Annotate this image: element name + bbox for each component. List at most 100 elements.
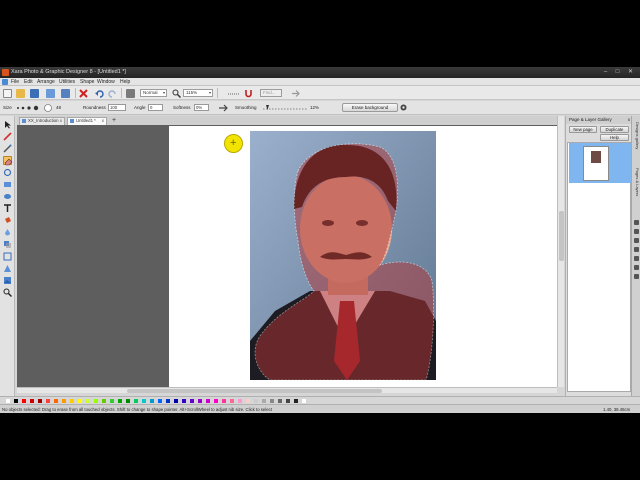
color-swatch[interactable]	[158, 399, 162, 403]
color-swatch[interactable]	[86, 399, 90, 403]
color-swatch[interactable]	[14, 399, 18, 403]
color-swatch[interactable]	[190, 399, 194, 403]
maximize-button[interactable]: □	[612, 68, 623, 76]
zoom-steps-icon[interactable]	[228, 89, 240, 98]
softness-field[interactable]: 0%	[194, 104, 209, 111]
close-tab-icon[interactable]: x	[102, 118, 104, 124]
menu-arrange[interactable]: Arrange	[37, 79, 55, 85]
color-swatch[interactable]	[54, 399, 58, 403]
color-swatch[interactable]	[46, 399, 50, 403]
color-swatch[interactable]	[134, 399, 138, 403]
shape-tool-icon[interactable]	[3, 168, 12, 177]
zoom-icon[interactable]	[172, 89, 181, 98]
gallery-icon[interactable]	[634, 265, 639, 270]
add-tab-button[interactable]: +	[110, 117, 118, 125]
delete-icon[interactable]	[79, 89, 88, 98]
help-button[interactable]: Help	[600, 134, 629, 141]
duplicate-button[interactable]: Duplicate	[600, 126, 629, 133]
transform-icon[interactable]	[126, 89, 135, 98]
zoom-tool-icon[interactable]	[3, 288, 12, 297]
roundness-field[interactable]: 100	[108, 104, 126, 111]
bevel-tool-icon[interactable]	[3, 264, 12, 273]
magnet-icon[interactable]	[244, 89, 253, 98]
gallery-icon[interactable]	[634, 229, 639, 234]
smoothing-slider[interactable]	[263, 104, 307, 112]
find-field[interactable]: Find...	[260, 89, 282, 97]
rectangle-tool-icon[interactable]	[3, 180, 12, 189]
export-icon[interactable]	[61, 89, 70, 98]
arrow-right-icon[interactable]	[219, 104, 229, 112]
save-icon[interactable]	[30, 89, 39, 98]
menu-help[interactable]: Help	[120, 79, 130, 85]
help-icon[interactable]	[400, 104, 407, 111]
pen-tool-icon[interactable]	[3, 144, 12, 153]
undo-icon[interactable]	[95, 89, 104, 98]
document-menu-icon[interactable]	[2, 79, 8, 85]
color-swatch[interactable]	[302, 399, 306, 403]
horizontal-scrollbar[interactable]	[17, 387, 557, 393]
color-swatch[interactable]	[238, 399, 242, 403]
brush-tool-icon[interactable]	[3, 132, 12, 141]
color-swatch[interactable]	[70, 399, 74, 403]
color-swatch[interactable]	[118, 399, 122, 403]
color-swatch[interactable]	[62, 399, 66, 403]
scroll-thumb[interactable]	[559, 211, 564, 261]
color-swatch[interactable]	[270, 399, 274, 403]
photo-tool-icon[interactable]	[3, 276, 12, 285]
close-tab-icon[interactable]: x	[60, 118, 62, 124]
transparency-tool-icon[interactable]	[3, 228, 12, 237]
quality-dropdown[interactable]: Normal ▾	[140, 89, 167, 97]
scroll-thumb[interactable]	[127, 389, 382, 393]
color-swatch[interactable]	[94, 399, 98, 403]
tab-pages-layers[interactable]: Pages & Layers	[633, 168, 640, 196]
arrow-right-icon[interactable]	[291, 89, 300, 98]
angle-field[interactable]: 0	[148, 104, 163, 111]
new-page-button[interactable]: New page	[569, 126, 597, 133]
contour-tool-icon[interactable]	[3, 252, 12, 261]
eraser-tool-icon[interactable]	[3, 156, 13, 166]
menu-utilities[interactable]: Utilities	[59, 79, 75, 85]
minimize-button[interactable]: –	[600, 68, 611, 76]
list-item[interactable]	[569, 143, 631, 183]
color-swatch[interactable]	[198, 399, 202, 403]
new-document-icon[interactable]	[3, 89, 12, 98]
menu-file[interactable]: File	[11, 79, 19, 85]
color-swatch[interactable]	[150, 399, 154, 403]
fill-tool-icon[interactable]	[3, 216, 12, 225]
color-swatch[interactable]	[102, 399, 106, 403]
color-swatch[interactable]	[206, 399, 210, 403]
tab-untitled1[interactable]: Untitled1 * x	[67, 117, 107, 125]
menu-shape[interactable]: Shape	[80, 79, 94, 85]
zoom-dropdown[interactable]: 115% ▾	[183, 89, 213, 97]
color-swatch[interactable]	[38, 399, 42, 403]
selector-tool-icon[interactable]	[3, 120, 12, 129]
color-swatch[interactable]	[142, 399, 146, 403]
color-swatch[interactable]	[254, 399, 258, 403]
gallery-icon[interactable]	[634, 247, 639, 252]
page-thumbnail[interactable]	[583, 146, 609, 181]
ellipse-tool-icon[interactable]	[3, 192, 12, 201]
color-swatch[interactable]	[30, 399, 34, 403]
color-swatch[interactable]	[174, 399, 178, 403]
color-swatch[interactable]	[278, 399, 282, 403]
vertical-scrollbar[interactable]	[557, 116, 564, 387]
menu-window[interactable]: Window	[97, 79, 115, 85]
color-swatch[interactable]	[182, 399, 186, 403]
color-swatch[interactable]	[110, 399, 114, 403]
color-swatch[interactable]	[222, 399, 226, 403]
color-swatch[interactable]	[166, 399, 170, 403]
color-swatch[interactable]	[246, 399, 250, 403]
color-swatch[interactable]	[22, 399, 26, 403]
gallery-icon[interactable]	[634, 256, 639, 261]
shadow-tool-icon[interactable]	[3, 240, 12, 249]
gallery-icon[interactable]	[634, 274, 639, 279]
color-swatch[interactable]	[6, 399, 10, 403]
tab-xx-introduction[interactable]: XX_Introduction x	[19, 117, 65, 125]
color-swatch[interactable]	[294, 399, 298, 403]
close-button[interactable]: ✕	[625, 68, 636, 76]
color-swatch[interactable]	[286, 399, 290, 403]
menu-edit[interactable]: Edit	[24, 79, 33, 85]
color-swatch[interactable]	[262, 399, 266, 403]
tab-designs-gallery[interactable]: Designs gallery	[633, 122, 640, 149]
color-swatch[interactable]	[230, 399, 234, 403]
